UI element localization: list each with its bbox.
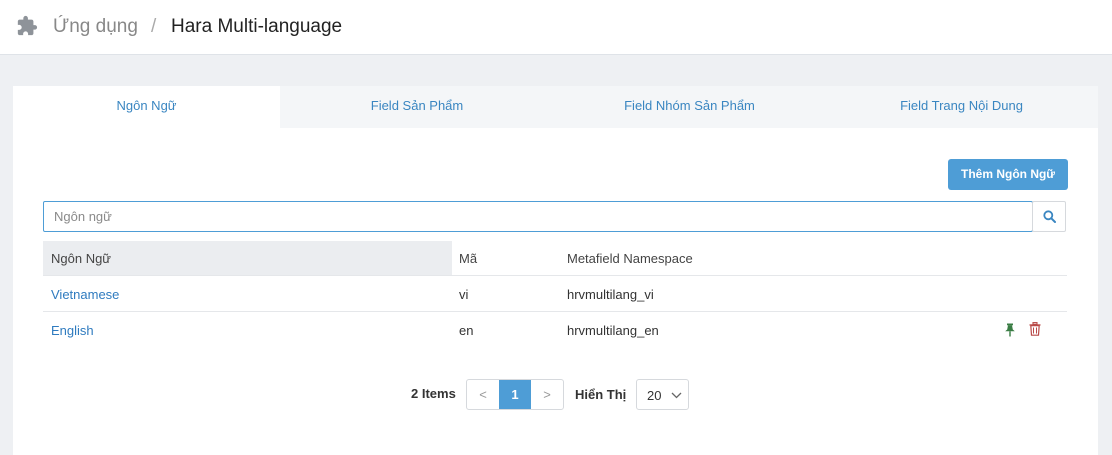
- language-code: vi: [459, 287, 469, 302]
- tab-collection-fields[interactable]: Field Nhóm Sản Phẩm: [554, 86, 825, 128]
- column-header-code: Mã: [459, 251, 478, 266]
- next-page-button[interactable]: >: [531, 380, 563, 409]
- search-input[interactable]: [43, 201, 1033, 232]
- pagination: < 1 >: [466, 379, 564, 410]
- top-bar: Ứng dụng / Hara Multi-language: [0, 0, 1112, 55]
- language-code: en: [459, 323, 474, 338]
- puzzle-icon: [17, 15, 38, 36]
- tab-bar: Ngôn Ngữ Field Sản Phẩm Field Nhóm Sản P…: [13, 86, 1098, 129]
- language-namespace: hrvmultilang_en: [567, 323, 659, 338]
- prev-page-button[interactable]: <: [467, 380, 499, 409]
- search-button[interactable]: [1032, 201, 1066, 232]
- trash-icon[interactable]: [1029, 322, 1041, 336]
- tab-page-fields[interactable]: Field Trang Nội Dung: [825, 86, 1098, 128]
- content-card: Ngôn Ngữ Field Sản Phẩm Field Nhóm Sản P…: [13, 86, 1098, 455]
- row-divider: [43, 275, 1067, 276]
- column-header-namespace: Metafield Namespace: [567, 251, 693, 266]
- page-button-current[interactable]: 1: [499, 380, 531, 409]
- column-header-language[interactable]: Ngôn Ngữ: [51, 251, 111, 266]
- row-divider: [43, 311, 1067, 312]
- page-title: Hara Multi-language: [171, 16, 343, 37]
- language-link[interactable]: Vietnamese: [51, 287, 119, 302]
- add-language-button[interactable]: Thêm Ngôn Ngữ: [948, 159, 1068, 190]
- breadcrumb-parent[interactable]: Ứng dụng: [53, 16, 138, 38]
- chevron-down-icon: [671, 392, 682, 399]
- breadcrumb-separator: /: [151, 16, 157, 37]
- language-link[interactable]: English: [51, 323, 94, 338]
- tab-product-fields[interactable]: Field Sản Phẩm: [280, 86, 554, 128]
- language-namespace: hrvmultilang_vi: [567, 287, 654, 302]
- page-size-label: Hiển Thị: [575, 387, 627, 402]
- page-size-value: 20: [647, 388, 662, 403]
- page-size-select[interactable]: 20: [636, 379, 689, 410]
- pin-icon[interactable]: [1004, 323, 1016, 337]
- tab-languages[interactable]: Ngôn Ngữ: [13, 86, 280, 129]
- search-icon: [1043, 210, 1056, 223]
- items-count: 2 Items: [411, 386, 456, 401]
